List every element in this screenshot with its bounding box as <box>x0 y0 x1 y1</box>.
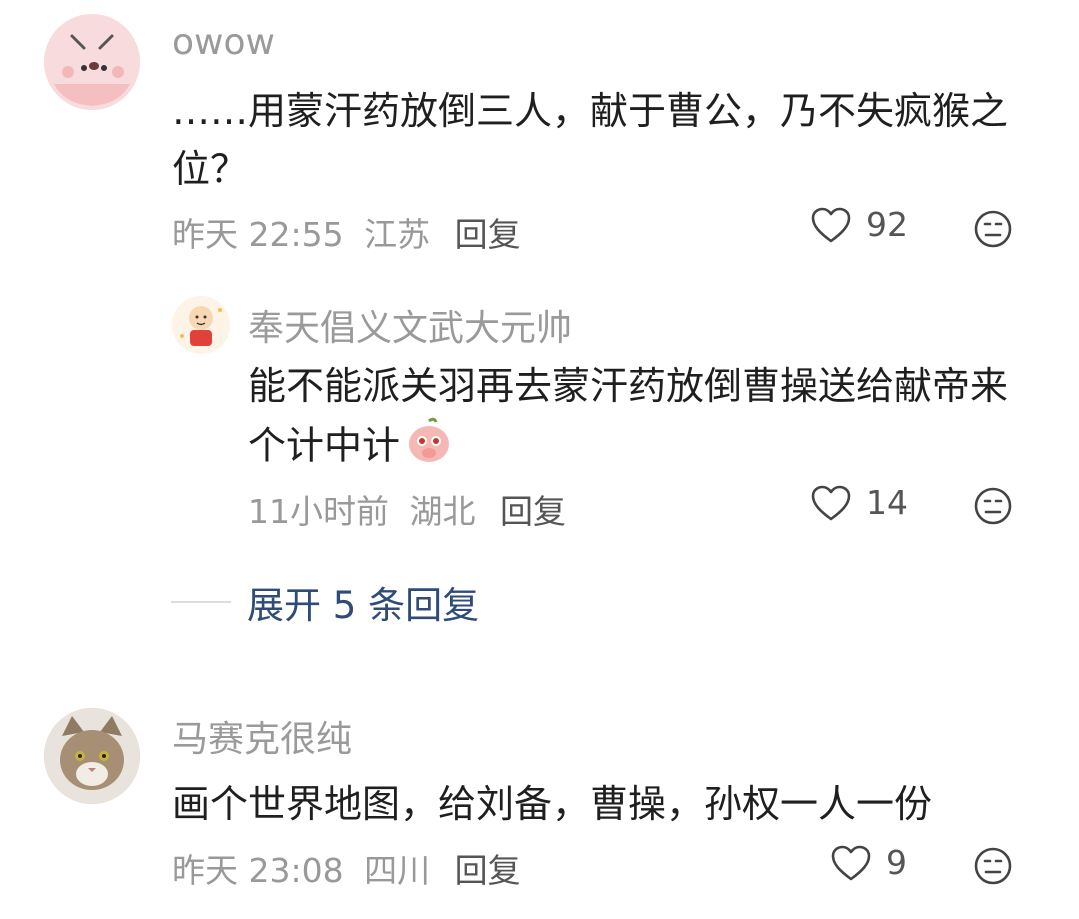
comment-meta: 昨天 22:55 江苏 回复 <box>172 208 521 256</box>
heart-icon <box>831 845 871 880</box>
comment-text: ……用蒙汗药放倒三人，献于曹公，乃不失疯猴之位？ <box>172 89 1009 191</box>
expand-replies-label: 展开 5 条回复 <box>247 584 480 627</box>
cat-avatar-icon[interactable] <box>44 708 140 804</box>
reply-button[interactable]: 回复 <box>455 215 521 254</box>
like-count: 92 <box>866 205 908 244</box>
like-button[interactable]: 9 <box>830 843 907 882</box>
expand-replies-button[interactable]: 展开 5 条回复 <box>171 575 479 629</box>
peach-emoji-icon <box>404 415 454 481</box>
like-count: 14 <box>866 483 908 522</box>
location: 湖北 <box>409 492 476 531</box>
comment-text: 能不能派关羽再去蒙汗药放倒曹操送给献帝来个计中计 <box>248 357 1028 481</box>
comment-text: 画个世界地图，给刘备，曹操，孙权一人一份 <box>172 782 933 826</box>
divider-line <box>171 601 231 603</box>
like-button[interactable]: 92 <box>810 205 908 244</box>
like-button[interactable]: 14 <box>810 483 908 522</box>
username[interactable]: 奉天倡义文武大元帅 <box>248 299 572 351</box>
username[interactable]: owow <box>172 22 275 63</box>
heart-icon <box>811 207 851 242</box>
reply-button[interactable]: 回复 <box>455 851 521 890</box>
dislike-face-icon[interactable] <box>973 486 1013 526</box>
comment-meta: 昨天 23:08 四川 回复 <box>172 844 521 892</box>
dislike-face-icon[interactable] <box>973 209 1013 249</box>
timestamp: 11小时前 <box>248 492 389 531</box>
cartoon-baby-avatar-icon[interactable] <box>172 296 230 354</box>
reply-text: 能不能派关羽再去蒙汗药放倒曹操送给献帝来个计中计 <box>248 364 1009 468</box>
timestamp: 昨天 23:08 <box>172 851 344 890</box>
heart-icon <box>811 485 851 520</box>
reply-button[interactable]: 回复 <box>500 492 566 531</box>
comment-meta: 11小时前 湖北 回复 <box>248 485 566 533</box>
pink-face-avatar-icon[interactable] <box>44 14 140 110</box>
location: 江苏 <box>364 215 431 254</box>
like-count: 9 <box>886 843 907 882</box>
dislike-face-icon[interactable] <box>973 846 1013 886</box>
username[interactable]: 马赛克很纯 <box>172 710 352 762</box>
location: 四川 <box>364 851 431 890</box>
timestamp: 昨天 22:55 <box>172 215 344 254</box>
